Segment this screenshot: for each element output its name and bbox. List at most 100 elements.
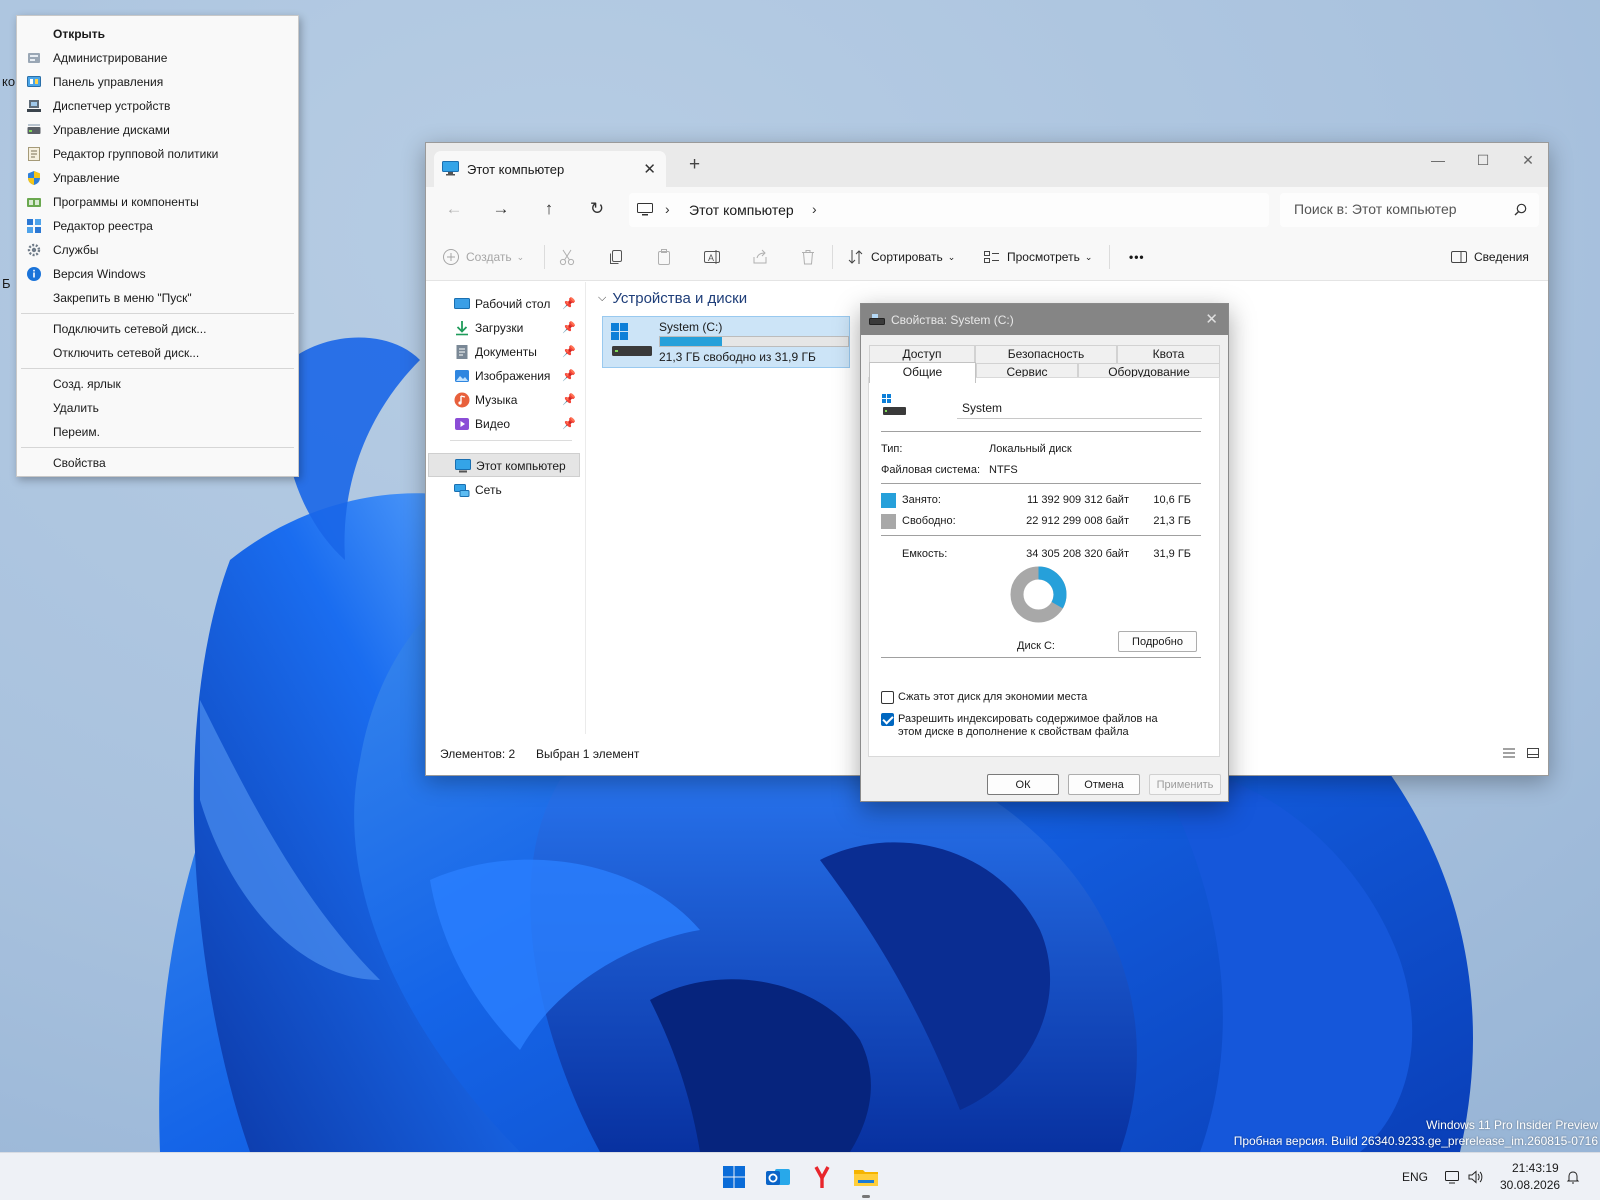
paste-icon[interactable] (655, 245, 673, 269)
apply-button[interactable]: Применить (1149, 774, 1221, 795)
drive-free-space: 21,3 ГБ свободно из 31,9 ГБ (659, 350, 816, 364)
language-indicator[interactable]: ENG (1402, 1170, 1428, 1184)
dialog-title-bar[interactable]: Свойства: System (C:) ✕ (861, 304, 1228, 335)
title-bar[interactable]: Этот компьютер ✕ + — ☐ ✕ (426, 143, 1548, 187)
context-menu-item[interactable]: Созд. ярлык (17, 372, 298, 396)
context-menu-item[interactable]: Редактор групповой политики (17, 142, 298, 166)
rename-icon[interactable]: A (703, 245, 721, 269)
tab-this-pc[interactable]: Этот компьютер ✕ (434, 151, 666, 187)
context-menu-item[interactable]: Переим. (17, 420, 298, 444)
this-pc-icon (455, 459, 471, 473)
context-menu-item[interactable]: Администрирование (17, 46, 298, 70)
group-header-devices[interactable]: ⌵ Устройства и диски (598, 290, 747, 307)
search-input[interactable] (1294, 201, 1504, 217)
back-button[interactable]: ← (442, 197, 466, 221)
tab-general[interactable]: Общие (869, 362, 976, 383)
sidebar-item-network[interactable]: Сеть (428, 478, 580, 502)
sidebar-item-music[interactable]: Музыка 📌 (428, 388, 580, 412)
tab-security[interactable]: Безопасность (975, 345, 1117, 363)
context-menu-item[interactable]: Удалить (17, 396, 298, 420)
pin-icon[interactable]: 📌 (562, 345, 576, 358)
windows-start-icon[interactable] (720, 1163, 748, 1191)
pin-icon[interactable]: 📌 (562, 369, 576, 382)
tab-quota[interactable]: Квота (1117, 345, 1220, 363)
breadcrumb-this-pc[interactable]: Этот компьютер (689, 202, 794, 218)
sidebar-item-desktop[interactable]: Рабочий стол 📌 (428, 292, 580, 316)
context-menu-item[interactable]: Управление дисками (17, 118, 298, 142)
search-box[interactable] (1280, 193, 1539, 227)
drive-tile-c[interactable]: System (C:) 21,3 ГБ свободно из 31,9 ГБ (602, 316, 850, 368)
details-view-icon[interactable] (1502, 747, 1516, 759)
pin-icon[interactable]: 📌 (562, 297, 576, 310)
pin-icon[interactable]: 📌 (562, 321, 576, 334)
copy-icon[interactable] (607, 245, 625, 269)
clock-time[interactable]: 21:43:19 (1512, 1161, 1559, 1175)
file-explorer-icon[interactable] (852, 1163, 880, 1191)
divider (544, 245, 545, 269)
compress-drive-checkbox[interactable] (881, 691, 894, 704)
context-menu-item[interactable]: Программы и компоненты (17, 190, 298, 214)
clock-date[interactable]: 30.08.2026 (1500, 1178, 1560, 1192)
indexing-label-line1: Разрешить индексировать содержимое файло… (898, 713, 1158, 725)
new-tab-button[interactable]: + (689, 154, 700, 176)
outlook-icon[interactable] (764, 1163, 792, 1191)
volume-label-input[interactable] (957, 397, 1202, 419)
view-button[interactable]: Просмотреть ⌄ (983, 245, 1092, 269)
context-menu-item[interactable]: Версия Windows (17, 262, 298, 286)
create-button[interactable]: Создать ⌄ (442, 245, 524, 269)
up-button[interactable]: ↑ (537, 197, 561, 221)
create-label: Создать (466, 250, 512, 264)
cut-icon[interactable] (558, 245, 576, 269)
monitor-icon (637, 203, 653, 216)
cancel-button[interactable]: Отмена (1068, 774, 1140, 795)
ok-button[interactable]: ОК (987, 774, 1059, 795)
context-menu-item[interactable]: Отключить сетевой диск... (17, 341, 298, 365)
tab-sharing[interactable]: Доступ (869, 345, 975, 363)
context-menu-item[interactable]: Управление (17, 166, 298, 190)
sidebar-item-pictures[interactable]: Изображения 📌 (428, 364, 580, 388)
context-menu-item-label: Администрирование (53, 51, 168, 65)
sort-button[interactable]: Сортировать ⌄ (847, 245, 955, 269)
context-menu-item[interactable]: Закрепить в меню "Пуск" (17, 286, 298, 310)
close-dialog-button[interactable]: ✕ (1205, 310, 1218, 328)
volume-icon[interactable] (1467, 1169, 1483, 1185)
refresh-button[interactable]: ↻ (585, 197, 609, 221)
context-menu-item-label: Программы и компоненты (53, 195, 199, 209)
disk-cleanup-details-button[interactable]: Подробно (1118, 631, 1197, 652)
allow-indexing-checkbox[interactable] (881, 713, 894, 726)
details-pane-button[interactable]: Сведения (1450, 245, 1529, 269)
share-icon[interactable] (751, 245, 769, 269)
maximize-button[interactable]: ☐ (1463, 149, 1503, 171)
tiles-view-icon[interactable] (1526, 747, 1540, 759)
chevron-down-icon: ⌄ (1084, 251, 1093, 262)
sidebar-item-videos[interactable]: Видео 📌 (428, 412, 580, 436)
drive-properties-dialog: Свойства: System (C:) ✕ Доступ Безопасно… (860, 303, 1229, 802)
context-menu-item[interactable]: Подключить сетевой диск... (17, 317, 298, 341)
context-menu: Открыть Администрирование Панель управлени… (16, 15, 299, 477)
breadcrumb-separator[interactable]: › (812, 201, 817, 217)
forward-button[interactable]: → (489, 197, 513, 221)
minimize-button[interactable]: — (1418, 149, 1458, 171)
notification-bell-icon[interactable] (1565, 1169, 1581, 1185)
breadcrumb-separator[interactable]: › (665, 201, 670, 217)
context-menu-item[interactable]: Службы (17, 238, 298, 262)
network-icon[interactable] (1444, 1169, 1460, 1185)
pin-icon[interactable]: 📌 (562, 417, 576, 430)
yandex-browser-icon[interactable] (808, 1163, 836, 1191)
delete-icon[interactable] (799, 245, 817, 269)
context-menu-item[interactable]: Диспетчер устройств (17, 94, 298, 118)
context-menu-item[interactable]: Панель управления (17, 70, 298, 94)
address-bar[interactable]: › Этот компьютер › (629, 193, 1269, 227)
group-policy-icon (28, 147, 40, 161)
sidebar-item-documents[interactable]: Документы 📌 (428, 340, 580, 364)
sidebar-item-downloads[interactable]: Загрузки 📌 (428, 316, 580, 340)
context-menu-item[interactable]: Открыть (17, 22, 298, 46)
more-options-button[interactable]: ••• (1129, 245, 1145, 269)
sidebar-item-label: Сеть (475, 483, 502, 497)
close-window-button[interactable]: ✕ (1508, 149, 1548, 171)
close-tab-icon[interactable]: ✕ (643, 160, 656, 178)
pin-icon[interactable]: 📌 (562, 393, 576, 406)
sidebar-item-this-pc[interactable]: Этот компьютер (428, 453, 580, 477)
context-menu-item[interactable]: Редактор реестра (17, 214, 298, 238)
context-menu-item[interactable]: Свойства (17, 451, 298, 475)
